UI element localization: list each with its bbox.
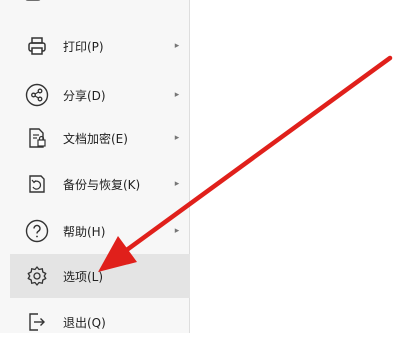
partial-menu-icon [25, 0, 41, 1]
menu-item-label: 退出(Q) [63, 315, 106, 330]
exit-icon [25, 310, 49, 334]
chevron-right-icon: ▸ [174, 90, 180, 100]
menu-item-print[interactable]: 打印(P) ▸ [10, 24, 190, 68]
menu-item-label: 文档加密(E) [63, 131, 128, 146]
chevron-right-icon: ▸ [174, 133, 180, 143]
help-icon [25, 219, 49, 243]
backup-restore-icon [25, 172, 49, 196]
menu-item-label: 帮助(H) [63, 224, 106, 239]
printer-icon [25, 34, 49, 58]
menu-item-label: 分享(D) [63, 88, 106, 103]
menu-item-label: 打印(P) [63, 39, 104, 54]
gear-icon [25, 264, 49, 288]
chevron-right-icon: ▸ [174, 41, 180, 51]
menu-item-options[interactable]: 选项(L) [10, 254, 190, 298]
menu-item-label: 备份与恢复(K) [63, 177, 141, 192]
document-encrypt-icon [25, 126, 49, 150]
chevron-right-icon: ▸ [174, 226, 180, 236]
menu-item-share[interactable]: 分享(D) ▸ [10, 73, 190, 117]
menu-item-exit[interactable]: 退出(Q) [10, 300, 190, 344]
menu-item-document-encrypt[interactable]: 文档加密(E) ▸ [10, 116, 190, 160]
file-menu: 打印(P) ▸ 分享(D) ▸ 文档加密(E) ▸ 备份与恢复(K) ▸ 帮助(… [0, 0, 190, 333]
menu-item-label: 选项(L) [63, 269, 104, 284]
menu-item-help[interactable]: 帮助(H) ▸ [10, 209, 190, 253]
menu-item-backup-restore[interactable]: 备份与恢复(K) ▸ [10, 162, 190, 206]
chevron-right-icon: ▸ [174, 179, 180, 189]
share-icon [25, 83, 49, 107]
